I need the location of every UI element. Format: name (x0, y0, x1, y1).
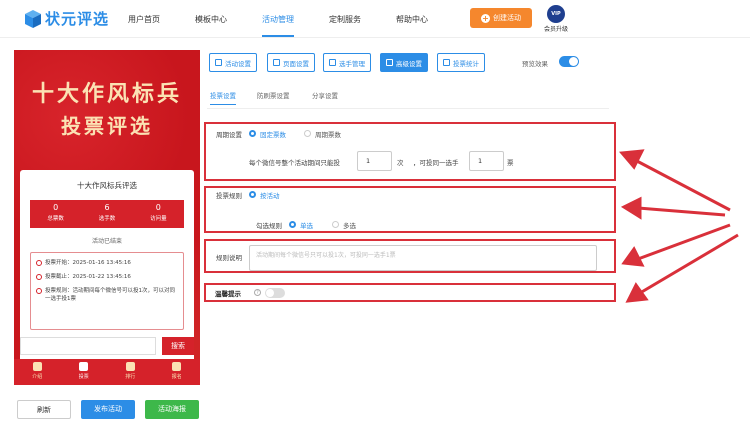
tab-vote-settings[interactable]: 投票设置 (210, 90, 236, 105)
logo[interactable]: 状元评选 (25, 8, 109, 29)
arrow-to-desc-icon (637, 223, 731, 261)
page-settings-button[interactable]: 页面设置 (267, 53, 315, 72)
plus-icon: + (481, 13, 490, 23)
arrowhead-period-icon (618, 149, 645, 170)
tab-intro[interactable]: 介绍 (14, 359, 61, 385)
by-activity-label[interactable]: 按活动 (260, 190, 280, 200)
clock-icon (36, 274, 42, 280)
clock-icon (36, 288, 42, 294)
radio-cycle-votes[interactable] (304, 130, 311, 137)
tab-ranking[interactable]: 排行 (107, 359, 154, 385)
preview-toggle[interactable] (559, 56, 579, 67)
vip-upgrade-label[interactable]: 会员升级 (544, 24, 568, 33)
arrow-to-rule-icon (637, 206, 726, 217)
users-icon (329, 59, 336, 66)
radio-by-activity[interactable] (249, 191, 256, 198)
reminder-label: 温馨提示 (215, 290, 241, 298)
clock-icon (36, 260, 42, 266)
activity-settings-button[interactable]: 活动设置 (209, 53, 257, 72)
sliders-icon (386, 59, 393, 66)
nav-user-home[interactable]: 用户首页 (128, 14, 160, 25)
period-sentence-a: 每个微信号整个活动期间只能投 (249, 159, 340, 167)
mobile-tabbar: 介绍 投票 排行 报名 (14, 359, 200, 385)
period-label: 周期设置 (216, 131, 242, 139)
help-question-icon[interactable]: ? (254, 289, 261, 296)
activity-title: 十大作风标兵评选 (77, 181, 137, 190)
arrow-to-period-icon (634, 158, 731, 212)
vote-statistics-button[interactable]: 投票统计 (437, 53, 485, 72)
contestant-management-button[interactable]: 选手管理 (323, 53, 371, 72)
banner-title-line2: 投票评选 (61, 114, 153, 138)
radio-single[interactable] (289, 221, 296, 228)
nav-template-center[interactable]: 模板中心 (195, 14, 227, 25)
page-icon (273, 59, 280, 66)
preview-effect-label: 预览效果 (522, 60, 548, 68)
create-activity-button[interactable]: + 创建活动 (470, 8, 532, 28)
info-end: 投票截止：2025-01-22 13:45:16 (36, 273, 178, 281)
reminder-toggle[interactable] (265, 288, 285, 298)
home-icon (79, 362, 89, 371)
nav-help-center[interactable]: 帮助中心 (396, 14, 428, 25)
stat-contestants: 6 选手数 (98, 203, 116, 222)
activity-status: 活动已结束 (91, 238, 122, 245)
edit-icon (172, 362, 182, 371)
stats-bar: 0 总票数 6 选手数 0 访问量 (30, 200, 184, 228)
votes-per-contestant-input[interactable]: 1 (469, 151, 504, 171)
subtab-divider (207, 108, 609, 109)
activity-info-box: 投票开始：2025-01-16 13:45:16 投票截止：2025-01-22… (30, 252, 184, 330)
stat-total-votes: 0 总票数 (47, 203, 64, 222)
tab-share-settings[interactable]: 分享设置 (312, 90, 338, 100)
multi-choice-label[interactable]: 多选 (343, 220, 356, 230)
activity-poster-button[interactable]: 活动海报 (145, 400, 199, 419)
refresh-button[interactable]: 刷新 (17, 400, 71, 419)
info-rule: 投票规则：活动期间每个微信号可以投1次，可以对同一选手投1票 (36, 287, 178, 303)
rule-description-textarea[interactable]: 活动期间每个微信号只可以投1次，可投同一选手1票 (249, 245, 597, 271)
cycle-votes-label[interactable]: 周期票数 (315, 129, 341, 139)
nav-custom-service[interactable]: 定制服务 (329, 14, 361, 25)
intro-icon (32, 362, 42, 371)
rule-description-label: 规则说明 (216, 254, 242, 262)
create-activity-label: 创建活动 (493, 14, 521, 22)
contestant-search-input[interactable] (20, 337, 156, 355)
gear-icon (215, 59, 222, 66)
times-per-activity-input[interactable]: 1 (357, 151, 392, 171)
vote-rule-label: 投票规则 (216, 192, 242, 200)
check-rule-label: 勾选规则 (256, 222, 282, 230)
nav-activity-management[interactable]: 活动管理 (262, 14, 294, 37)
arrow-to-reminder-icon (639, 233, 739, 295)
trophy-icon (125, 362, 135, 371)
cube-logo-icon (25, 9, 41, 28)
annotation-arrows (618, 149, 739, 303)
tab-signup[interactable]: 报名 (154, 359, 201, 385)
bar-chart-icon (443, 59, 450, 66)
banner-title-line1: 十大作风标兵 (31, 81, 182, 107)
arrowhead-rule-icon (620, 196, 642, 220)
logo-text: 状元评选 (45, 10, 110, 28)
period-sentence-b: ，可投同一选手 (413, 159, 459, 167)
single-choice-label[interactable]: 单选 (300, 220, 313, 230)
fixed-votes-label[interactable]: 固定票数 (260, 129, 286, 139)
top-navbar: 状元评选 用户首页 模板中心 活动管理 定制服务 帮助中心 + 创建活动 VIP… (0, 0, 750, 38)
search-button[interactable]: 搜索 (162, 337, 194, 355)
info-start: 投票开始：2025-01-16 13:45:16 (36, 259, 178, 267)
unit-times: 次 (397, 159, 404, 167)
publish-activity-button[interactable]: 发布活动 (81, 400, 135, 419)
tab-vote[interactable]: 投票 (61, 359, 108, 385)
advanced-settings-button[interactable]: 高级设置 (380, 53, 428, 72)
arrowhead-reminder-icon (625, 282, 649, 303)
radio-multi[interactable] (332, 221, 339, 228)
unit-votes: 票 (507, 159, 514, 167)
arrowhead-desc-icon (621, 246, 645, 267)
radio-fixed-votes[interactable] (249, 130, 256, 137)
stat-visits: 0 访问量 (150, 203, 167, 222)
vip-badge-icon[interactable]: VIP (547, 5, 565, 23)
tab-anti-fraud[interactable]: 防刷票设置 (257, 90, 290, 100)
mobile-preview: 十大作风标兵 投票评选 十大作风标兵评选 0 总票数 6 选手数 0 访问量 活… (14, 50, 200, 385)
